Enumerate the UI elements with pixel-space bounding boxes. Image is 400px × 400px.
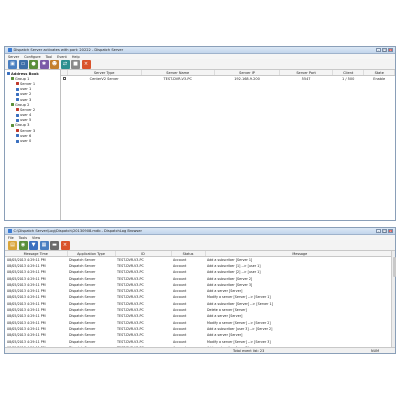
tree-item-label: Server 2 [20,107,36,112]
server-list: Server Type Server Name Server IP Server… [61,70,395,220]
group-icon [11,103,14,107]
user-icon [16,98,19,102]
menu-server[interactable]: Server [8,55,19,59]
menu-tool[interactable]: Tool [46,55,53,59]
address-book-icon [7,72,10,76]
title-bar: C:\Dispatch Server\Log\Dispatch\20130908… [5,228,395,235]
menu-view[interactable]: View [32,236,40,240]
user-icon [16,92,19,96]
tree-item-label: user 1 [20,87,32,92]
tree-group-label: Group 2 [15,102,30,107]
user-icon [16,87,19,91]
calendar-icon[interactable]: ▦ [39,240,49,250]
filter-icon[interactable]: ▼ [29,240,38,250]
tree-group-label: Group 3 [15,123,30,128]
table-row[interactable]: CenterV2 Server TEST-DVR-V3-PC 192.168.9… [61,76,395,82]
menu-help[interactable]: Help [72,55,80,59]
server-icon[interactable]: ▣ [8,59,17,69]
tree-item-label: user 2 [20,92,32,97]
server-name-cell: TEST-DVR-V3-PC [163,76,192,81]
menu-configure[interactable]: Configure [24,55,40,59]
checkbox-icon[interactable] [62,76,66,80]
state-cell: Enable [373,76,386,81]
tree-item-label: user 4 [20,113,32,118]
menu-event[interactable]: Event [57,55,67,59]
window-title: C:\Dispatch Server\Log\Dispatch\20130908… [13,229,142,233]
address-book-tree: Address Book Group 1 Server 1 user 1 use… [5,70,61,220]
maximize-button[interactable]: □ [382,229,387,233]
server-icon [16,108,19,112]
num-lock-indicator: NUM [371,348,379,353]
close-button[interactable]: × [388,229,393,233]
window-controls: – □ × [376,48,395,52]
server-type-cell: CenterV2 Server [89,76,119,81]
group-icon [11,123,14,127]
group-icon [11,77,14,81]
window-controls: – □ × [376,229,395,233]
maximize-button[interactable]: □ [382,48,387,52]
window-title: Dispatch Server activates with port: 202… [13,48,124,52]
log-browser-window: C:\Dispatch Server\Log\Dispatch\20130908… [4,227,396,354]
main-content: Address Book Group 1 Server 1 user 1 use… [5,70,395,220]
lock-icon[interactable]: ■ [71,59,80,69]
group-icon[interactable]: ● [29,59,38,69]
app-icon [8,229,12,233]
tree-item-label: user 3 [20,97,32,102]
exit-icon[interactable]: × [81,59,91,69]
tree-root-label: Address Book [11,71,39,76]
tree-item-label: user 5 [20,118,32,123]
tree-item-label: Server 3 [20,128,36,133]
users-icon[interactable]: ☻ [50,59,59,69]
menu-file[interactable]: File [8,236,14,240]
print-icon[interactable]: ▬ [50,240,59,250]
query-icon[interactable]: ◉ [18,240,28,250]
open-folder-icon[interactable]: ▤ [8,240,17,250]
scrollbar-thumb[interactable] [392,257,396,277]
user-icon [16,139,19,143]
dispatch-server-window: Dispatch Server activates with port: 202… [4,46,396,221]
minimize-button[interactable]: – [376,229,381,233]
main-toolbar: ▣ ▭ ● ✱ ☻ ⇄ ■ × [5,59,395,70]
tree-item-label: Server 1 [20,81,36,86]
tree-item[interactable]: user 0 [7,138,58,143]
user-icon [16,113,19,117]
server-icon [16,129,19,133]
tree-item-label: user 0 [20,139,32,144]
monitor-icon[interactable]: ▭ [18,59,28,69]
server-icon [16,82,19,86]
server-port-cell: 5547 [301,76,311,81]
user-icon [16,118,19,122]
app-icon [8,48,12,52]
server-ip-cell: 192.168.9.200 [234,76,260,81]
menu-tools[interactable]: Tools [19,236,27,240]
vertical-scrollbar[interactable] [391,251,396,347]
minimize-button[interactable]: – [376,48,381,52]
user-icon [16,134,19,138]
log-toolbar: ▤ ◉ ▼ ▦ ▬ × [5,240,395,251]
client-cell: 1 / 500 [342,76,355,81]
total-events: Total event list: 23 [233,348,265,353]
tree-item-label: user 6 [20,133,32,138]
network-icon[interactable]: ⇄ [60,59,70,69]
status-bar: Total event list: 23 NUM [5,347,395,353]
title-bar: Dispatch Server activates with port: 202… [5,47,395,54]
exit-icon[interactable]: × [60,240,70,250]
log-list: Message Time Application Type ID Status … [5,251,395,347]
tree-group-label: Group 1 [15,76,30,81]
settings-icon[interactable]: ✱ [39,59,49,69]
close-button[interactable]: × [388,48,393,52]
